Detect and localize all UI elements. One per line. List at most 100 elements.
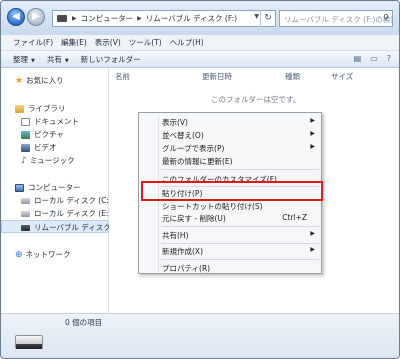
search-icon[interactable]: ⚲	[383, 13, 389, 22]
nav-local-disk-e[interactable]: ローカル ディスク (E:)	[21, 208, 111, 219]
nav-library-label: ライブラリ	[28, 104, 66, 113]
nav-documents[interactable]: ドキュメント	[21, 116, 79, 127]
menu-separator	[161, 169, 319, 170]
column-header-name[interactable]: 名前	[115, 71, 130, 82]
menu-item-label: グループで表示(P)	[162, 144, 225, 153]
menu-item-new[interactable]: 新規作成(X) ▶	[139, 244, 321, 257]
menu-item-sort[interactable]: 並べ替え(O) ▶	[139, 128, 321, 141]
chevron-right-icon: ▶	[310, 246, 315, 253]
column-header-type[interactable]: 種類	[285, 71, 300, 82]
explorer-window: ◀ ▶ ▶ コンピューター ▶ リムーバブル ディスク (F:) ▼ ↻ リムー…	[0, 0, 400, 359]
picture-icon	[21, 130, 30, 139]
menu-item-label: 最新の情報に更新(E)	[162, 157, 233, 166]
nav-network-label: ネットワーク	[25, 250, 71, 259]
share-label: 共有	[46, 54, 62, 64]
menu-item-label: 表示(V)	[162, 118, 188, 127]
menu-edit[interactable]: 編集(E)	[61, 37, 87, 48]
search-input[interactable]: リムーバブル ディスク (F:)の検索 ⚲	[279, 10, 393, 27]
menu-item-label: 共有(H)	[162, 231, 189, 240]
nav-library[interactable]: ライブラリ	[15, 103, 66, 114]
help-icon[interactable]: ?	[387, 54, 391, 63]
removable-drive-icon	[21, 224, 30, 231]
empty-folder-message: このフォルダーは空です。	[211, 95, 301, 104]
column-header-size[interactable]: サイズ	[331, 71, 353, 82]
music-icon: ♪	[21, 155, 27, 166]
preview-pane-icon[interactable]: ▭	[370, 54, 378, 63]
menu-view[interactable]: 表示(V)	[95, 37, 121, 48]
menu-item-shortcut: Ctrl+Z	[282, 213, 307, 222]
nav-computer-label: コンピューター	[28, 183, 81, 192]
new-folder-button[interactable]: 新しいフォルダー	[81, 54, 141, 65]
star-icon: ★	[15, 75, 24, 86]
menu-separator	[161, 226, 319, 227]
drive-icon	[21, 197, 30, 204]
organize-button[interactable]: 整理 ▼	[13, 54, 35, 65]
folder-icon	[57, 15, 67, 22]
navigation-pane: ★ お気に入り ライブラリ ドキュメント ピクチャ ビデオ ♪ ミュージック コンピ…	[1, 68, 112, 313]
nav-network[interactable]: ⊕ ネットワーク	[15, 249, 71, 260]
nav-local-c-label: ローカル ディスク (C:)	[34, 196, 112, 205]
chevron-right-icon: ▶	[137, 15, 142, 22]
chevron-right-icon: ▶	[310, 130, 315, 137]
breadcrumb-computer[interactable]: コンピューター	[81, 13, 134, 24]
nav-music-label: ミュージック	[29, 156, 75, 165]
chevron-right-icon: ▶	[72, 15, 77, 22]
nav-local-e-label: ローカル ディスク (E:)	[34, 209, 112, 218]
menu-item-share[interactable]: 共有(H) ▶	[139, 228, 321, 241]
nav-computer[interactable]: コンピューター	[15, 182, 81, 193]
nav-removable-disk[interactable]: リムーバブル ディスク	[21, 222, 111, 233]
organize-label: 整理	[13, 54, 28, 64]
paste-highlight-box	[141, 181, 323, 201]
menu-tools[interactable]: ツール(T)	[129, 37, 162, 48]
menu-file[interactable]: ファイル(F)	[13, 37, 53, 48]
item-count: 0 個の項目	[65, 318, 103, 327]
title-address-bar: ◀ ▶ ▶ コンピューター ▶ リムーバブル ディスク (F:) ▼ ↻ リムー…	[1, 1, 399, 35]
menu-item-properties[interactable]: プロパティ(R)	[139, 261, 321, 274]
menu-item-view[interactable]: 表示(V) ▶	[139, 115, 321, 128]
status-bar: 0 個の項目	[1, 313, 399, 358]
nav-favorites[interactable]: ★ お気に入り	[15, 75, 64, 86]
document-icon	[21, 117, 30, 126]
chevron-right-icon: ▶	[310, 230, 315, 237]
nav-pictures-label: ピクチャ	[34, 130, 64, 139]
search-placeholder: リムーバブル ディスク (F:)の検索	[284, 15, 393, 24]
view-options-icon[interactable]: ▤	[354, 54, 362, 63]
menu-item-label: 並べ替え(O)	[162, 131, 204, 140]
refresh-icon[interactable]: ↻	[260, 10, 275, 27]
menu-item-label: 新規作成(X)	[162, 247, 203, 256]
network-icon: ⊕	[15, 249, 23, 260]
back-button[interactable]: ◀	[7, 8, 25, 26]
nav-removable-label: リムーバブル ディスク	[34, 223, 111, 232]
computer-icon	[15, 183, 24, 192]
nav-music[interactable]: ♪ ミュージック	[21, 155, 75, 166]
chevron-down-icon: ▼	[64, 57, 69, 64]
nav-videos[interactable]: ビデオ	[21, 142, 57, 153]
share-button[interactable]: 共有 ▼	[47, 54, 69, 65]
menu-item-group[interactable]: グループで表示(P) ▶	[139, 141, 321, 154]
chevron-right-icon: ▶	[310, 143, 315, 150]
nav-documents-label: ドキュメント	[34, 117, 79, 126]
breadcrumb-removable-disk[interactable]: リムーバブル ディスク (F:)	[146, 13, 237, 24]
column-header-modified[interactable]: 更新日時	[202, 71, 232, 82]
address-bar[interactable]: ▶ コンピューター ▶ リムーバブル ディスク (F:) ▼ ↻	[52, 10, 276, 27]
video-icon	[21, 143, 30, 152]
menu-item-label: 元に戻す - 削除(U)	[162, 214, 226, 223]
menu-item-refresh[interactable]: 最新の情報に更新(E)	[139, 154, 321, 167]
menu-item-label: プロパティ(R)	[162, 264, 211, 273]
nav-videos-label: ビデオ	[34, 143, 57, 152]
menu-bar: ファイル(F) 編集(E) 表示(V) ツール(T) ヘルプ(H)	[1, 35, 399, 51]
command-bar: 整理 ▼ 共有 ▼ 新しいフォルダー ▤ ▭ ?	[1, 51, 399, 68]
menu-separator	[161, 259, 319, 260]
removable-drive-icon	[15, 335, 43, 349]
nav-favorites-label: お気に入り	[26, 76, 64, 85]
chevron-down-icon[interactable]: ▼	[254, 13, 259, 20]
chevron-down-icon: ▼	[31, 57, 35, 64]
view-controls: ▤ ▭ ?	[354, 54, 391, 63]
nav-pictures[interactable]: ピクチャ	[21, 129, 64, 140]
menu-help[interactable]: ヘルプ(H)	[170, 37, 204, 48]
library-icon	[15, 104, 24, 113]
forward-button[interactable]: ▶	[27, 8, 45, 26]
drive-icon	[21, 210, 30, 217]
nav-local-disk-c[interactable]: ローカル ディスク (C:)	[21, 195, 112, 206]
menu-item-undo[interactable]: 元に戻す - 削除(U) Ctrl+Z	[139, 211, 321, 224]
